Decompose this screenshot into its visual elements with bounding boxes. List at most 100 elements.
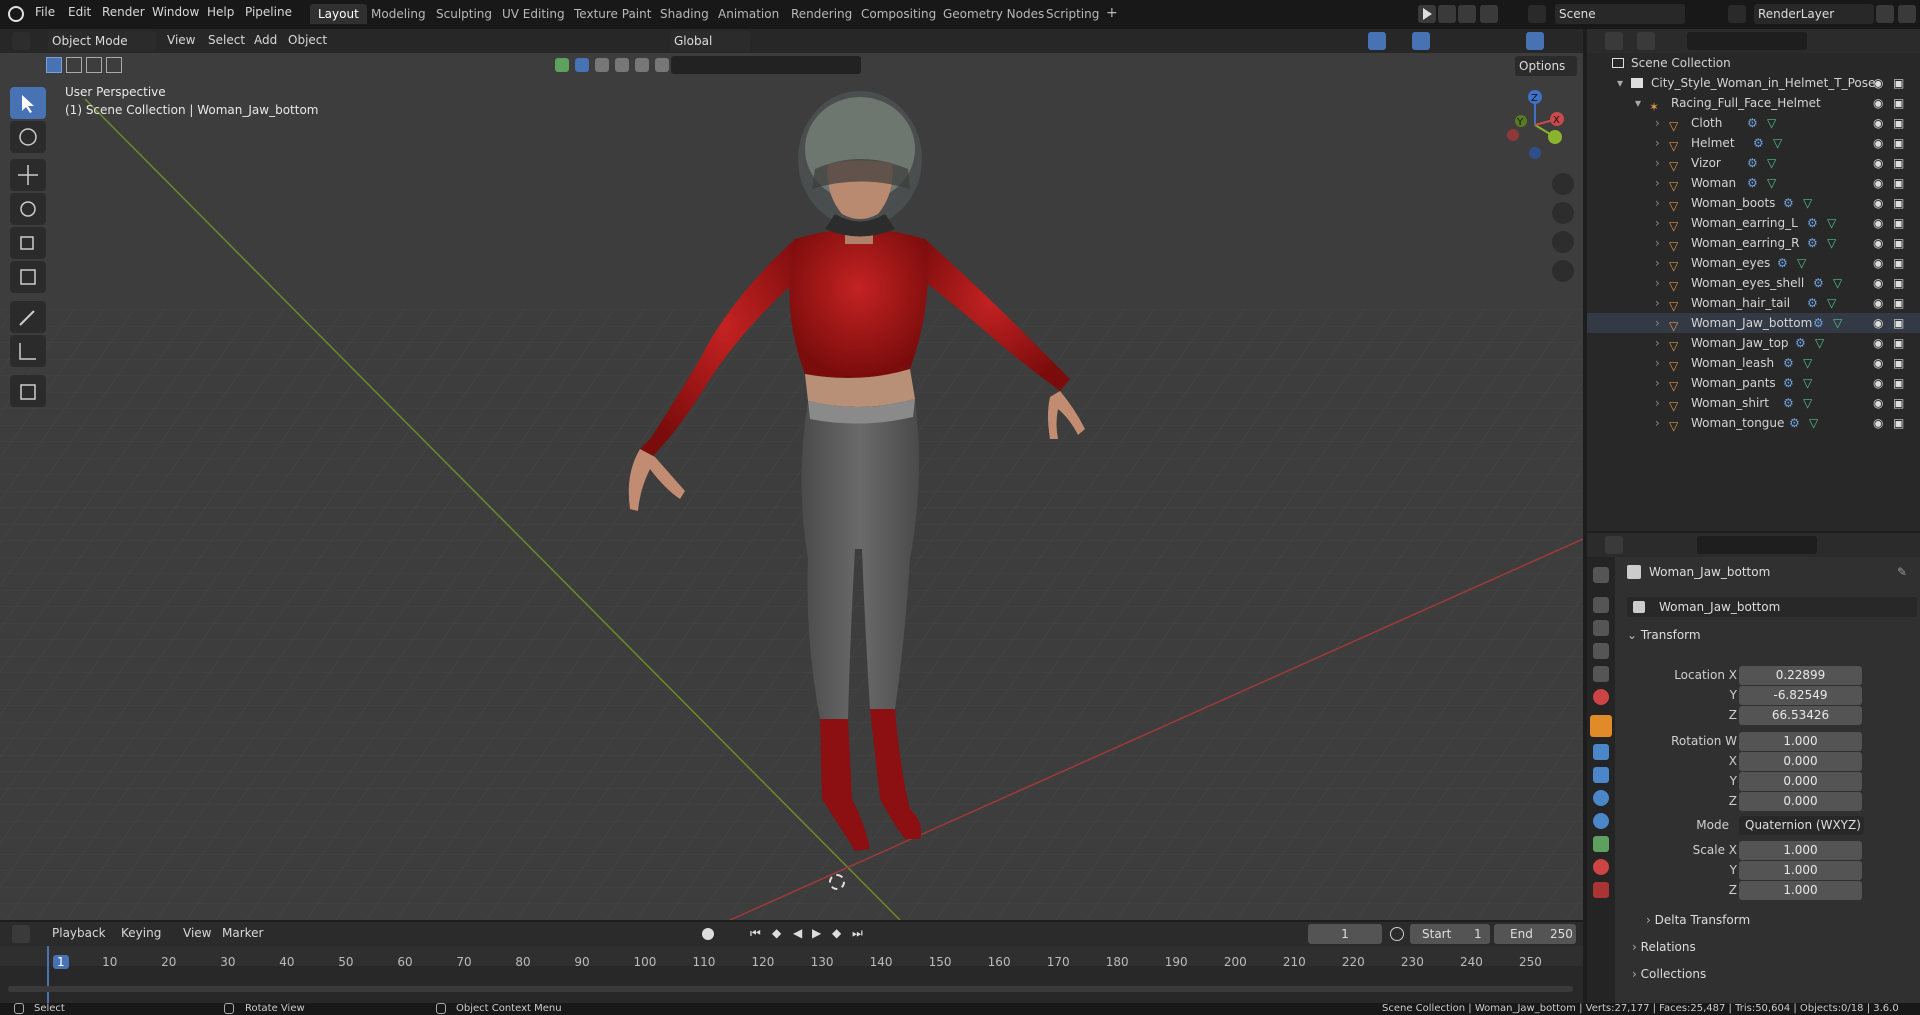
modifier-wrench-icon[interactable]: ⚙ [1753, 133, 1764, 153]
measure-tool-icon[interactable] [10, 335, 46, 367]
modifier-wrench-icon[interactable]: ⚙ [1807, 213, 1818, 233]
outliner-object-row[interactable]: › ▽ Woman_hair_tail ⚙ ▽ ◉ ▣ [1587, 293, 1920, 313]
modifier-wrench-icon[interactable]: ⚙ [1813, 313, 1824, 333]
eye-icon[interactable]: ◉ [1873, 413, 1883, 433]
camera-render-icon[interactable]: ▣ [1893, 233, 1904, 253]
expand-arrow-icon[interactable]: › [1655, 133, 1660, 153]
selection-mode-buttons[interactable] [44, 56, 140, 74]
expand-arrow-icon[interactable]: › [1655, 273, 1660, 293]
expand-arrow-icon[interactable]: › [1655, 393, 1660, 413]
modifier-wrench-icon[interactable]: ⚙ [1783, 353, 1794, 373]
camera-render-icon[interactable]: ▣ [1893, 333, 1904, 353]
eye-icon[interactable]: ◉ [1873, 333, 1883, 353]
tab-texture-paint[interactable]: Texture Paint [568, 5, 657, 23]
eye-icon[interactable]: ◉ [1873, 353, 1883, 373]
modifier-wrench-icon[interactable]: ⚙ [1783, 393, 1794, 413]
light-filter-icon[interactable] [615, 58, 629, 72]
location-x-field[interactable]: 0.22899 [1739, 666, 1862, 685]
outliner-object-row[interactable]: › ▽ Vizor ⚙ ▽ ◉ ▣ [1587, 153, 1920, 173]
expand-arrow-icon[interactable]: › [1655, 213, 1660, 233]
annotate-tool-icon[interactable] [10, 301, 46, 333]
modifier-wrench-icon[interactable]: ⚙ [1807, 233, 1818, 253]
timeline-scrollbar[interactable] [8, 986, 1573, 992]
pan-hand-icon[interactable] [1552, 202, 1574, 224]
navigation-gizmo[interactable]: Z Y X [1495, 85, 1575, 165]
expand-arrow-icon[interactable]: › [1655, 253, 1660, 273]
render-play-icon[interactable] [1418, 5, 1436, 23]
rotation-x-field[interactable]: 0.000 [1739, 752, 1862, 771]
eye-icon[interactable]: ◉ [1873, 373, 1883, 393]
render-layer-field[interactable]: RenderLayer [1754, 4, 1874, 24]
timeline-menu-keying[interactable]: Keying [121, 926, 161, 940]
wireframe-shading-icon[interactable] [1486, 32, 1504, 50]
eye-icon[interactable]: ◉ [1873, 233, 1883, 253]
mesh-filter-icon[interactable] [595, 58, 609, 72]
mesh-data-icon[interactable]: ▽ [1827, 293, 1836, 313]
zoom-icon[interactable] [1552, 173, 1574, 195]
outliner-object-row[interactable]: › ▽ Helmet ⚙ ▽ ◉ ▣ [1587, 133, 1920, 153]
outliner-search-input[interactable] [1687, 32, 1807, 50]
play-reverse-icon[interactable]: ◀ [793, 926, 802, 940]
viewlayer-selector-icon[interactable] [1728, 5, 1746, 23]
menu-help[interactable]: Help [207, 5, 234, 19]
camera-render-icon[interactable]: ▣ [1893, 96, 1904, 110]
camera-filter-icon[interactable] [635, 58, 649, 72]
mesh-data-icon[interactable]: ▽ [1833, 273, 1842, 293]
eye-icon[interactable]: ◉ [1873, 96, 1883, 110]
add-cube-tool-icon[interactable] [10, 375, 46, 407]
properties-search-input[interactable] [1697, 536, 1817, 554]
tab-shading[interactable]: Shading [654, 5, 715, 23]
eye-icon[interactable]: ◉ [1873, 253, 1883, 273]
modifier-wrench-icon[interactable]: ⚙ [1795, 333, 1806, 353]
editor-type-icon[interactable] [12, 32, 30, 50]
snap-icon[interactable] [790, 32, 808, 50]
modifier-wrench-icon[interactable]: ⚙ [1747, 153, 1758, 173]
material-shading-icon[interactable] [1526, 32, 1544, 50]
object-name-field[interactable]: Woman_Jaw_bottom [1627, 597, 1917, 617]
object-mode-dropdown[interactable]: Object Mode [48, 31, 156, 51]
tab-layout[interactable]: Layout [310, 4, 367, 24]
funnel-icon[interactable] [1871, 32, 1889, 50]
camera-render-icon[interactable]: ▣ [1893, 153, 1904, 173]
eye-icon[interactable]: ◉ [1873, 113, 1883, 133]
outliner-object-row[interactable]: › ▽ Woman ⚙ ▽ ◉ ▣ [1587, 173, 1920, 193]
modifier-wrench-icon[interactable]: ⚙ [1789, 413, 1800, 433]
data-tab-icon[interactable] [1593, 836, 1609, 852]
close-layer-icon[interactable] [1898, 5, 1916, 23]
camera-render-icon[interactable]: ▣ [1893, 293, 1904, 313]
mesh-data-icon[interactable]: ▽ [1833, 313, 1842, 333]
render-image-icon[interactable] [1438, 5, 1456, 23]
object-filter-icon[interactable] [575, 58, 589, 72]
playhead[interactable] [47, 946, 49, 1003]
viewport-menu-add[interactable]: Add [254, 33, 277, 47]
tree-row-collection[interactable]: ▾ City_Style_Woman_in_Helmet_T_Pose [1587, 73, 1920, 93]
expand-arrow-icon[interactable]: › [1655, 113, 1660, 133]
particles-tab-icon[interactable] [1593, 767, 1609, 783]
eye-icon[interactable]: ◉ [1873, 393, 1883, 413]
delta-transform-panel[interactable]: › Delta Transform [1646, 913, 1750, 927]
move-tool-icon[interactable] [10, 159, 46, 191]
eye-icon[interactable]: ◉ [1873, 293, 1883, 313]
select-invert-icon[interactable] [106, 57, 122, 73]
proportional-edit-icon[interactable] [852, 32, 870, 50]
mesh-data-icon[interactable]: ▽ [1827, 233, 1836, 253]
camera-render-icon[interactable]: ▣ [1893, 353, 1904, 373]
object-tab-icon[interactable] [1590, 715, 1612, 737]
camera-view-icon[interactable] [1552, 231, 1574, 253]
rotate-tool-icon[interactable] [10, 193, 46, 225]
pin-icon[interactable]: ✎ [1897, 565, 1907, 579]
eye-icon[interactable]: ◉ [1873, 193, 1883, 213]
select-subtract-icon[interactable] [86, 57, 102, 73]
menu-pipeline[interactable]: Pipeline [245, 5, 292, 19]
scene-tab-icon[interactable] [1593, 666, 1609, 682]
select-extend-icon[interactable] [66, 57, 82, 73]
expand-arrow-icon[interactable]: › [1655, 293, 1660, 313]
camera-render-icon[interactable]: ▣ [1893, 413, 1904, 433]
3d-viewport[interactable]: User Perspective (1) Scene Collection | … [0, 29, 1583, 920]
transform-panel-header[interactable]: ⌄ Transform [1627, 628, 1917, 650]
timeline-menu-playback[interactable]: Playback [52, 926, 106, 940]
timeline-menu-view[interactable]: View [183, 926, 211, 940]
camera-render-icon[interactable]: ▣ [1893, 113, 1904, 133]
mesh-data-icon[interactable]: ▽ [1803, 393, 1812, 413]
modifier-wrench-icon[interactable]: ⚙ [1747, 173, 1758, 193]
